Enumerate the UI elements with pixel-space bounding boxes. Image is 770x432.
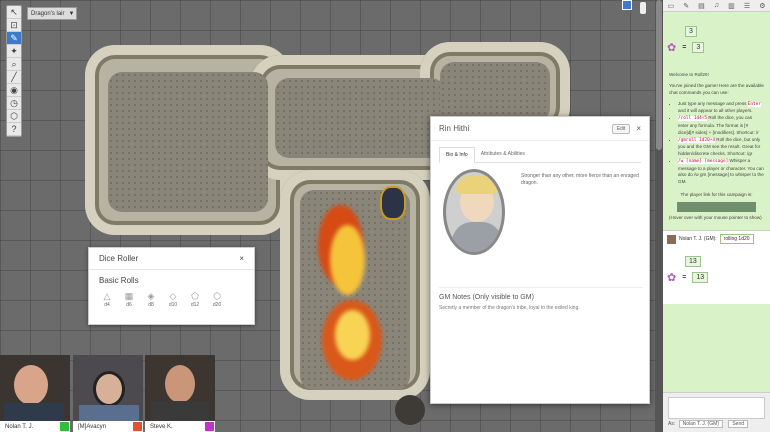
- close-icon[interactable]: ×: [636, 124, 641, 133]
- d20-icon: ⬡: [213, 291, 221, 301]
- chat-input-area: As: Nolan T. J. (GM) Send: [663, 392, 770, 432]
- tab-attributes[interactable]: Attributes & Abilities: [475, 147, 531, 162]
- toolbar: ↖ ⊡ ✎ ✦ ⌕ ╱ ◉ ◷ ⬡ ?: [6, 5, 22, 137]
- map-floor: [275, 78, 445, 158]
- zoom-icon[interactable]: ⌕: [7, 58, 21, 71]
- speaking-as-select[interactable]: Nolan T. J. (GM): [678, 420, 723, 428]
- map-action-button[interactable]: [622, 0, 632, 10]
- d8-button[interactable]: ◈ d8: [145, 291, 157, 308]
- gm-notes-title: GM Notes (Only visible to GM): [439, 294, 534, 301]
- select-icon[interactable]: ↖: [7, 6, 21, 19]
- d8-icon: ◈: [147, 291, 155, 301]
- player-link-field[interactable]: [677, 202, 756, 213]
- d10-button[interactable]: ◇ d10: [167, 291, 179, 308]
- roll-total: 13: [692, 272, 709, 284]
- dialog-title: Dice Roller: [99, 254, 139, 263]
- welcome-message: Welcome to Roll20! You've joined the gam…: [663, 60, 770, 199]
- message-author: Nolan T. J. (GM):: [679, 236, 717, 243]
- help-circle-icon[interactable]: ?: [7, 123, 21, 136]
- chat-log: 3 ✿ = 3 Welcome to Roll20! You've joined…: [663, 12, 770, 392]
- message-text: rolling 1d20: [719, 234, 754, 245]
- dice-icon: ✿: [667, 42, 677, 54]
- player-color-badge: [60, 422, 69, 431]
- tab-bio-info[interactable]: Bio & Info: [439, 147, 475, 163]
- character-name: Rin Hithi: [439, 124, 470, 133]
- welcome-title: Welcome to Roll20!: [669, 72, 709, 77]
- fog-icon[interactable]: ◉: [7, 84, 21, 97]
- section-title: Basic Rolls: [99, 276, 139, 285]
- chevron-down-icon: ▼: [68, 10, 75, 17]
- art-icon[interactable]: ✎: [683, 2, 689, 10]
- journal-icon[interactable]: ▤: [698, 2, 705, 10]
- d4-icon: △: [103, 291, 111, 301]
- character-portrait: [443, 169, 505, 255]
- video-name: Nolan T. J.: [5, 423, 34, 430]
- close-icon[interactable]: ×: [239, 254, 244, 263]
- d6-icon: ▦: [124, 291, 134, 301]
- measure-icon[interactable]: ╱: [7, 71, 21, 84]
- avatar: [14, 365, 48, 405]
- d20-button[interactable]: ⬡ d20: [211, 291, 223, 308]
- jukebox-icon[interactable]: ♫: [714, 2, 719, 9]
- character-bio: Stronger than any other, more fierce tha…: [521, 173, 639, 186]
- list-item: /w [name] [message] Whisper a message to…: [678, 158, 764, 186]
- d10-icon: ◇: [169, 291, 177, 301]
- layer-select[interactable]: Dragon's lair ▼: [27, 7, 77, 20]
- avatar: [93, 371, 125, 407]
- video-feed[interactable]: [M]Avacyn: [73, 355, 143, 432]
- character-sheet-dialog: Rin Hithi Edit × Bio & Info Attributes &…: [430, 116, 650, 404]
- gear-icon[interactable]: ⚙: [759, 2, 765, 10]
- chat-message: Nolan T. J. (GM): rolling 1d20: [663, 230, 770, 248]
- video-name: [M]Avacyn: [78, 423, 106, 430]
- help-icon[interactable]: ⊡: [7, 19, 21, 32]
- gm-notes-text: Secretly a member of the dragon's tribe,…: [439, 305, 580, 311]
- fire-effect: [335, 310, 370, 360]
- player-color-badge: [133, 422, 142, 431]
- avatar: [165, 365, 195, 403]
- equals-sign: =: [682, 44, 687, 51]
- character-token[interactable]: [380, 186, 406, 220]
- chat-input[interactable]: [668, 397, 765, 419]
- player-color-badge: [205, 422, 214, 431]
- d4-button[interactable]: △ d4: [101, 291, 113, 308]
- map-floor: [108, 72, 268, 212]
- d12-icon: ⬠: [191, 291, 199, 301]
- edit-button[interactable]: Edit: [611, 123, 631, 134]
- layer-label: Dragon's lair: [31, 10, 65, 17]
- list-item: Just type any message and press Enter an…: [678, 101, 764, 116]
- chat-icon[interactable]: ▭: [668, 2, 675, 10]
- video-feed[interactable]: Steve K.: [145, 355, 215, 432]
- list-item: /roll 1d4+5 Roll the dice, you can enter…: [678, 115, 764, 136]
- d6-button[interactable]: ▦ d6: [123, 291, 135, 308]
- list-item: /gmroll 1d20+4 Roll the dice, but only y…: [678, 137, 764, 158]
- video-name: Steve K.: [150, 423, 173, 430]
- dice-roller-dialog: Dice Roller × Basic Rolls △ d4 ▦ d6 ◈ d8 ◇ d…: [88, 247, 255, 325]
- avatar: [667, 234, 676, 244]
- speaking-as: As: Nolan T. J. (GM) Send: [668, 420, 749, 428]
- roll-result: 13: [685, 256, 701, 268]
- draw-icon[interactable]: ✎: [7, 32, 21, 45]
- roll-result: 3: [685, 26, 697, 37]
- roll-total: 3: [692, 42, 705, 53]
- send-button[interactable]: Send: [728, 420, 749, 428]
- player-link-label: The player link for this campaign is:: [680, 192, 753, 198]
- sidebar-scrollbar[interactable]: [655, 0, 663, 432]
- map-floor: [440, 62, 550, 122]
- equals-sign: =: [682, 274, 687, 282]
- enemy-token[interactable]: [395, 395, 425, 425]
- fire-effect: [330, 225, 365, 295]
- clock-icon[interactable]: ◷: [7, 97, 21, 110]
- d12-button[interactable]: ⬠ d12: [189, 291, 201, 308]
- pointer-icon[interactable]: ✦: [7, 45, 21, 58]
- sidebar-tabs: ▭ ✎ ▤ ♫ ▥ ☰ ⚙: [663, 0, 770, 12]
- list-icon[interactable]: ☰: [744, 2, 750, 10]
- hover-note: (Hover over with your mouse pointer to s…: [669, 215, 762, 221]
- card-icon[interactable]: ▥: [728, 2, 735, 10]
- welcome-intro: You've joined the game! Here are the ava…: [669, 82, 764, 95]
- dice-icon: ✿: [667, 272, 677, 285]
- video-feed[interactable]: Nolan T. J.: [0, 355, 70, 432]
- dice-icon[interactable]: ⬡: [7, 110, 21, 123]
- zoom-handle[interactable]: [640, 2, 646, 14]
